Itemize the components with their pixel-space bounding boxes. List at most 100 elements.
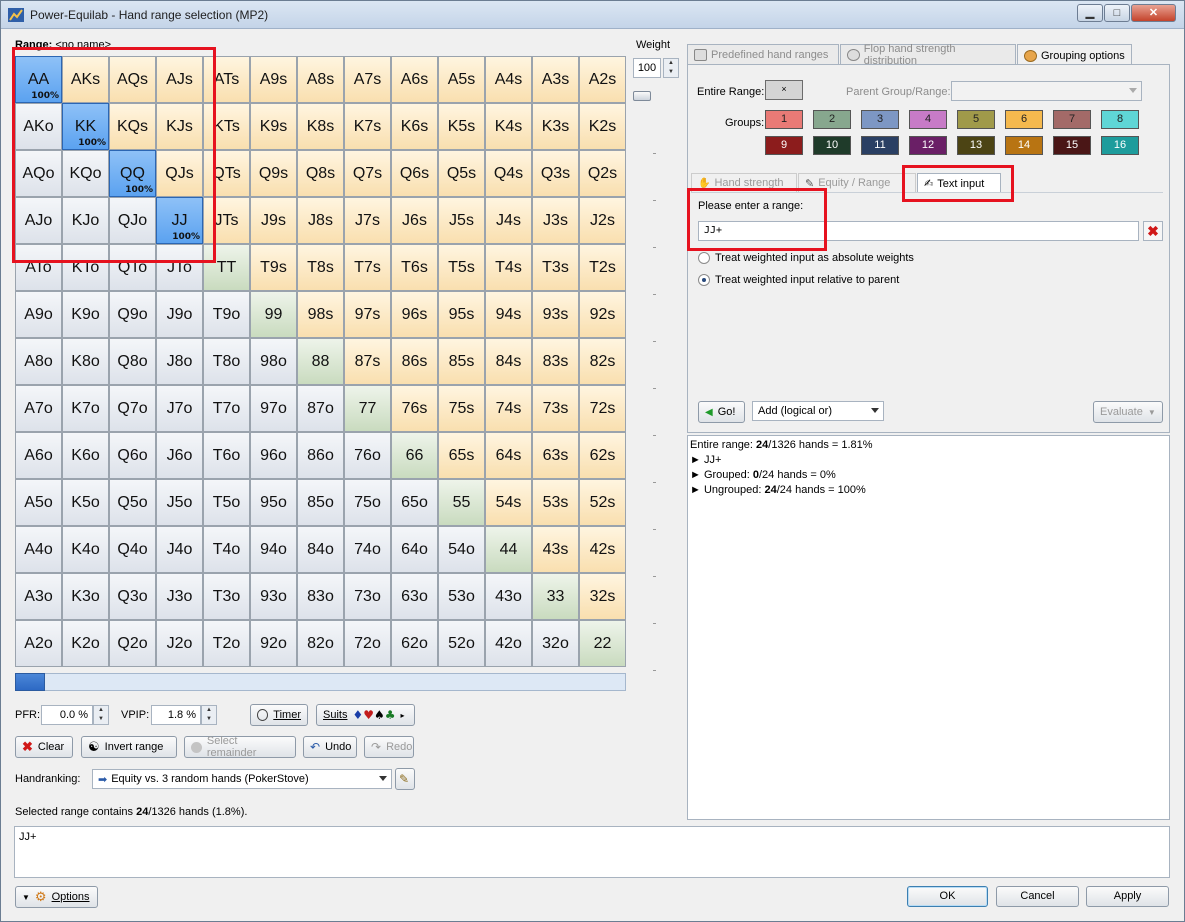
hand-cell-T8s[interactable]: T8s <box>297 244 344 291</box>
hand-cell-74o[interactable]: 74o <box>344 526 391 573</box>
hand-cell-53o[interactable]: 53o <box>438 573 485 620</box>
hand-cell-82o[interactable]: 82o <box>297 620 344 667</box>
hand-cell-64o[interactable]: 64o <box>391 526 438 573</box>
hand-cell-64s[interactable]: 64s <box>485 432 532 479</box>
radio-dot[interactable] <box>698 252 710 264</box>
hand-cell-T2o[interactable]: T2o <box>203 620 250 667</box>
hand-cell-T9s[interactable]: T9s <box>250 244 297 291</box>
hand-cell-T6o[interactable]: T6o <box>203 432 250 479</box>
hand-cell-Q7o[interactable]: Q7o <box>109 385 156 432</box>
hand-cell-A2o[interactable]: A2o <box>15 620 62 667</box>
hand-cell-75o[interactable]: 75o <box>344 479 391 526</box>
spin-down-icon[interactable]: ▼ <box>94 715 108 724</box>
hand-cell-72s[interactable]: 72s <box>579 385 626 432</box>
hand-cell-98s[interactable]: 98s <box>297 291 344 338</box>
tab-grouping-options[interactable]: Grouping options <box>1017 44 1132 66</box>
range-slider-thumb[interactable] <box>15 673 45 691</box>
hand-cell-T5o[interactable]: T5o <box>203 479 250 526</box>
hand-cell-A7s[interactable]: A7s <box>344 56 391 103</box>
hand-cell-98o[interactable]: 98o <box>250 338 297 385</box>
hand-cell-53s[interactable]: 53s <box>532 479 579 526</box>
hand-cell-33[interactable]: 33 <box>532 573 579 620</box>
hand-cell-K3o[interactable]: K3o <box>62 573 109 620</box>
group-swatch-7[interactable]: 7 <box>1053 110 1091 129</box>
hand-cell-82s[interactable]: 82s <box>579 338 626 385</box>
hand-cell-42s[interactable]: 42s <box>579 526 626 573</box>
invert-range-button[interactable]: ☯ Invert range <box>81 736 177 758</box>
hand-cell-32o[interactable]: 32o <box>532 620 579 667</box>
hand-cell-A8o[interactable]: A8o <box>15 338 62 385</box>
redo-button[interactable]: ↷ Redo <box>364 736 414 758</box>
hand-cell-K2o[interactable]: K2o <box>62 620 109 667</box>
hand-cell-J8o[interactable]: J8o <box>156 338 203 385</box>
hand-cell-A3s[interactable]: A3s <box>532 56 579 103</box>
hand-cell-Q2s[interactable]: Q2s <box>579 150 626 197</box>
hand-cell-A7o[interactable]: A7o <box>15 385 62 432</box>
options-button[interactable]: ▼ ⚙ Options <box>15 886 98 908</box>
ok-button[interactable]: OK <box>907 886 988 907</box>
hand-cell-77[interactable]: 77 <box>344 385 391 432</box>
maximize-button[interactable]: □ <box>1104 4 1130 22</box>
summary-range-item[interactable]: ► JJ+ <box>690 453 1167 468</box>
hand-cell-54s[interactable]: 54s <box>485 479 532 526</box>
group-swatch-10[interactable]: 10 <box>813 136 851 155</box>
hand-cell-T5s[interactable]: T5s <box>438 244 485 291</box>
close-button[interactable]: ✕ <box>1131 4 1176 22</box>
hand-cell-A5s[interactable]: A5s <box>438 56 485 103</box>
hand-cell-J7o[interactable]: J7o <box>156 385 203 432</box>
hand-cell-Q4s[interactable]: Q4s <box>485 150 532 197</box>
hand-cell-95o[interactable]: 95o <box>250 479 297 526</box>
hand-cell-97o[interactable]: 97o <box>250 385 297 432</box>
hand-cell-84o[interactable]: 84o <box>297 526 344 573</box>
hand-cell-J4s[interactable]: J4s <box>485 197 532 244</box>
hand-cell-A3o[interactable]: A3o <box>15 573 62 620</box>
apply-button[interactable]: Apply <box>1086 886 1169 907</box>
hand-cell-43s[interactable]: 43s <box>532 526 579 573</box>
hand-cell-22[interactable]: 22 <box>579 620 626 667</box>
hand-cell-76s[interactable]: 76s <box>391 385 438 432</box>
hand-cell-Q9s[interactable]: Q9s <box>250 150 297 197</box>
hand-cell-63s[interactable]: 63s <box>532 432 579 479</box>
spin-down-icon[interactable]: ▼ <box>202 715 216 724</box>
group-swatch-6[interactable]: 6 <box>1005 110 1043 129</box>
pfr-input[interactable]: 0.0 % <box>41 705 93 725</box>
hand-cell-62s[interactable]: 62s <box>579 432 626 479</box>
hand-cell-72o[interactable]: 72o <box>344 620 391 667</box>
range-text-output[interactable]: JJ+ <box>14 826 1170 878</box>
weight-spinner[interactable]: ▲ ▼ <box>663 58 679 78</box>
hand-cell-J6o[interactable]: J6o <box>156 432 203 479</box>
hand-cell-94o[interactable]: 94o <box>250 526 297 573</box>
hand-cell-99[interactable]: 99 <box>250 291 297 338</box>
group-swatch-2[interactable]: 2 <box>813 110 851 129</box>
undo-button[interactable]: ↶ Undo <box>303 736 357 758</box>
hand-cell-75s[interactable]: 75s <box>438 385 485 432</box>
hand-cell-J2s[interactable]: J2s <box>579 197 626 244</box>
vpip-spinner[interactable]: ▲ ▼ <box>201 705 217 725</box>
hand-cell-84s[interactable]: 84s <box>485 338 532 385</box>
hand-cell-A4s[interactable]: A4s <box>485 56 532 103</box>
hand-cell-K4o[interactable]: K4o <box>62 526 109 573</box>
hand-cell-K6o[interactable]: K6o <box>62 432 109 479</box>
hand-cell-74s[interactable]: 74s <box>485 385 532 432</box>
tab-predefined-hand-ranges[interactable]: Predefined hand ranges <box>687 44 839 65</box>
hand-cell-Q9o[interactable]: Q9o <box>109 291 156 338</box>
hand-cell-Q8o[interactable]: Q8o <box>109 338 156 385</box>
hand-cell-K4s[interactable]: K4s <box>485 103 532 150</box>
radio-dot[interactable] <box>698 274 710 286</box>
hand-cell-93o[interactable]: 93o <box>250 573 297 620</box>
hand-cell-A9s[interactable]: A9s <box>250 56 297 103</box>
entire-range-button[interactable]: × <box>765 80 803 100</box>
hand-cell-A4o[interactable]: A4o <box>15 526 62 573</box>
hand-cell-73o[interactable]: 73o <box>344 573 391 620</box>
hand-cell-J3s[interactable]: J3s <box>532 197 579 244</box>
radio-absolute-weights[interactable]: Treat weighted input as absolute weights <box>698 252 914 264</box>
tab-flop-hand-strength[interactable]: Flop hand strength distribution <box>840 43 1016 67</box>
select-remainder-button[interactable]: Select remainder <box>184 735 296 759</box>
hand-cell-A8s[interactable]: A8s <box>297 56 344 103</box>
hand-cell-88[interactable]: 88 <box>297 338 344 385</box>
hand-cell-J4o[interactable]: J4o <box>156 526 203 573</box>
hand-cell-96s[interactable]: 96s <box>391 291 438 338</box>
hand-cell-T6s[interactable]: T6s <box>391 244 438 291</box>
group-swatch-5[interactable]: 5 <box>957 110 995 129</box>
hand-cell-87o[interactable]: 87o <box>297 385 344 432</box>
